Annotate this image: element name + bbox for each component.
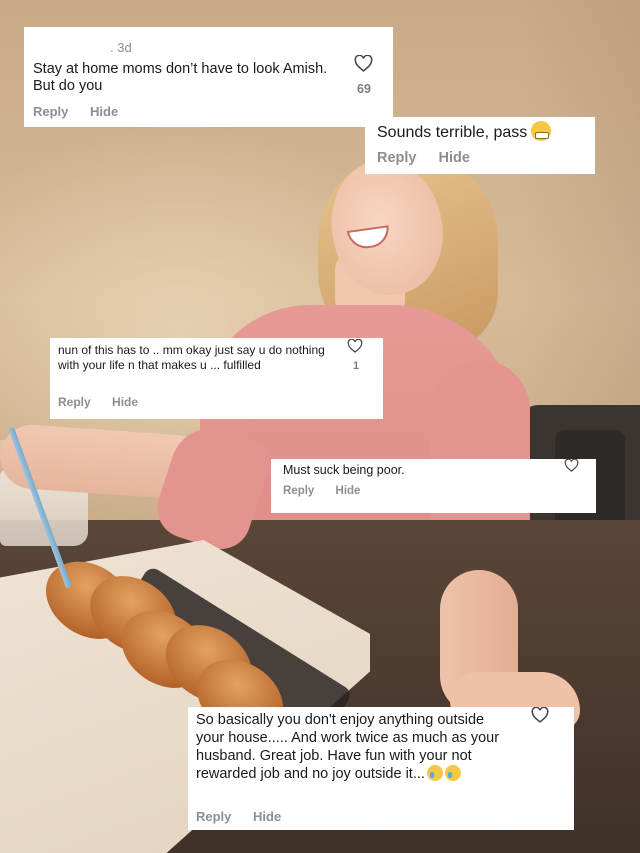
- comment-actions: Reply Hide: [58, 395, 156, 409]
- comment-actions: Reply Hide: [196, 809, 299, 824]
- crying-face-emoji: [444, 765, 461, 781]
- comment-card: Sounds terrible, pass Reply Hide: [365, 117, 595, 174]
- comment-card: So basically you don't enjoy anything ou…: [188, 707, 574, 830]
- comment-card: nun of this has to .. mm okay just say u…: [50, 338, 383, 419]
- comment-actions: Reply Hide: [33, 104, 136, 119]
- comment-card: Must suck being poor. Reply Hide: [271, 459, 596, 513]
- reply-button[interactable]: Reply: [196, 809, 231, 824]
- heart-outline-icon[interactable]: [354, 55, 373, 72]
- comment-actions: Reply Hide: [283, 485, 378, 497]
- comment-text: nun of this has to .. mm okay just say u…: [58, 343, 325, 372]
- heart-outline-icon[interactable]: [347, 339, 363, 353]
- comment-timestamp: . 3d: [110, 40, 132, 55]
- grimacing-face-emoji: [531, 121, 552, 141]
- heart-outline-icon[interactable]: [531, 707, 549, 723]
- comment-text: Must suck being poor.: [283, 463, 405, 477]
- hide-button[interactable]: Hide: [253, 809, 281, 824]
- hide-button[interactable]: Hide: [112, 395, 138, 409]
- reply-button[interactable]: Reply: [58, 395, 91, 409]
- hide-button[interactable]: Hide: [336, 485, 361, 497]
- comment-text: So basically you don't enjoy anything ou…: [196, 712, 500, 782]
- comment-text: Sounds terrible, pass: [377, 121, 552, 142]
- reply-button[interactable]: Reply: [377, 150, 417, 166]
- comment-card: . 3d Stay at home moms don’t have to loo…: [24, 27, 393, 127]
- like-count: 69: [357, 82, 371, 96]
- hide-button[interactable]: Hide: [439, 150, 470, 166]
- reply-button[interactable]: Reply: [33, 104, 68, 119]
- hide-button[interactable]: Hide: [90, 104, 118, 119]
- reply-button[interactable]: Reply: [283, 485, 314, 497]
- like-count: 1: [352, 360, 360, 372]
- comment-actions: Reply Hide: [377, 150, 488, 166]
- heart-outline-icon[interactable]: [564, 459, 579, 472]
- comment-text: Stay at home moms don’t have to look Ami…: [33, 61, 328, 94]
- crying-face-emoji: [426, 765, 443, 781]
